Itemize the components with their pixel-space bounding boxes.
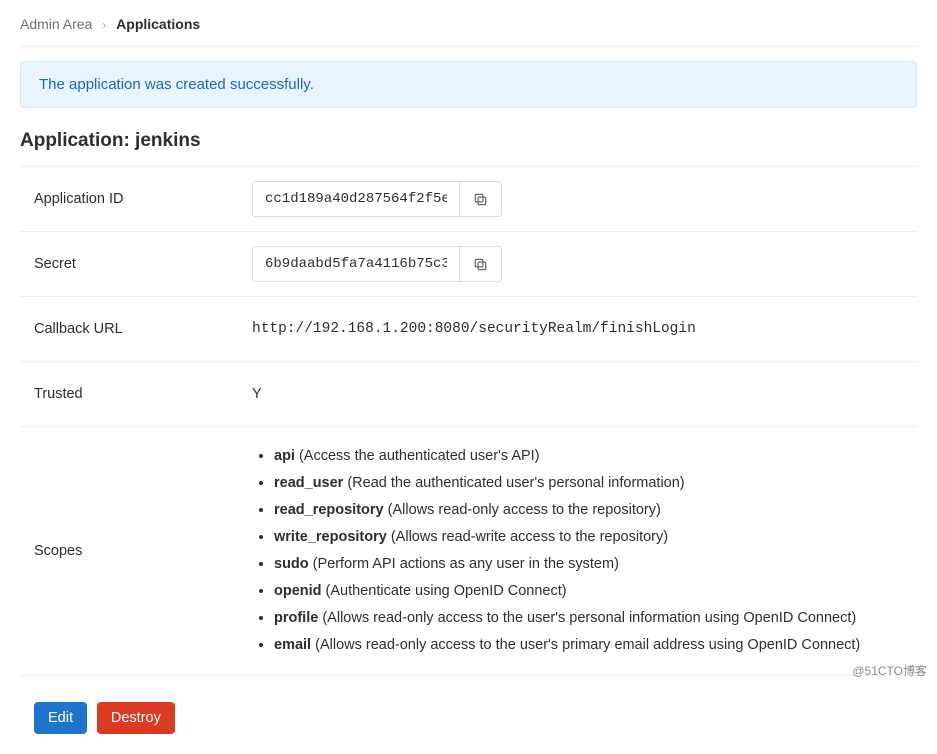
- scope-desc: (Access the authenticated user's API): [295, 448, 540, 464]
- edit-button[interactable]: Edit: [34, 702, 87, 734]
- scope-desc: (Authenticate using OpenID Connect): [322, 583, 567, 599]
- copy-secret-button[interactable]: [459, 247, 501, 281]
- scope-item: read_user (Read the authenticated user's…: [274, 470, 917, 497]
- success-alert: The application was created successfully…: [20, 61, 917, 108]
- scopes-list: api (Access the authenticated user's API…: [252, 443, 917, 659]
- scope-item: openid (Authenticate using OpenID Connec…: [274, 578, 917, 605]
- row-application-id: Application ID: [20, 166, 917, 232]
- scope-item: api (Access the authenticated user's API…: [274, 443, 917, 470]
- scope-desc: (Perform API actions as any user in the …: [309, 556, 619, 572]
- scope-desc: (Read the authenticated user's personal …: [343, 475, 684, 491]
- breadcrumb-admin-area[interactable]: Admin Area: [20, 16, 92, 32]
- scope-item: profile (Allows read-only access to the …: [274, 605, 917, 632]
- application-id-input[interactable]: [253, 182, 459, 216]
- page-title: Application: jenkins: [20, 130, 917, 152]
- scope-name: openid: [274, 583, 322, 599]
- copy-icon: [473, 192, 488, 207]
- row-secret: Secret: [20, 232, 917, 297]
- label-application-id: Application ID: [20, 167, 252, 231]
- copy-icon: [473, 257, 488, 272]
- divider: [20, 46, 917, 47]
- alert-message: The application was created successfully…: [39, 76, 314, 93]
- scope-name: profile: [274, 610, 318, 626]
- secret-input[interactable]: [253, 247, 459, 281]
- breadcrumb-current: Applications: [116, 16, 200, 32]
- scope-name: read_repository: [274, 502, 384, 518]
- label-callback-url: Callback URL: [20, 297, 252, 361]
- copy-application-id-button[interactable]: [459, 182, 501, 216]
- watermark: @51CTO博客: [852, 662, 927, 679]
- row-scopes: Scopes api (Access the authenticated use…: [20, 427, 917, 676]
- callback-url-value: http://192.168.1.200:8080/securityRealm/…: [252, 309, 917, 349]
- scope-name: email: [274, 637, 311, 653]
- scope-desc: (Allows read-only access to the user's p…: [311, 637, 860, 653]
- application-id-group: [252, 181, 502, 217]
- scope-name: api: [274, 448, 295, 464]
- scope-item: write_repository (Allows read-write acce…: [274, 524, 917, 551]
- scope-desc: (Allows read-write access to the reposit…: [387, 529, 668, 545]
- label-trusted: Trusted: [20, 362, 252, 426]
- scope-name: write_repository: [274, 529, 387, 545]
- scope-desc: (Allows read-only access to the reposito…: [384, 502, 661, 518]
- trusted-value: Y: [252, 374, 917, 414]
- scope-item: sudo (Perform API actions as any user in…: [274, 551, 917, 578]
- scope-name: read_user: [274, 475, 343, 491]
- label-secret: Secret: [20, 232, 252, 296]
- scope-item: email (Allows read-only access to the us…: [274, 632, 917, 659]
- scope-name: sudo: [274, 556, 309, 572]
- chevron-right-icon: ›: [102, 18, 106, 32]
- row-callback-url: Callback URL http://192.168.1.200:8080/s…: [20, 297, 917, 362]
- scope-desc: (Allows read-only access to the user's p…: [318, 610, 856, 626]
- destroy-button[interactable]: Destroy: [97, 702, 175, 734]
- breadcrumb: Admin Area › Applications: [20, 10, 917, 46]
- scope-item: read_repository (Allows read-only access…: [274, 497, 917, 524]
- row-trusted: Trusted Y: [20, 362, 917, 427]
- secret-group: [252, 246, 502, 282]
- label-scopes: Scopes: [20, 519, 252, 583]
